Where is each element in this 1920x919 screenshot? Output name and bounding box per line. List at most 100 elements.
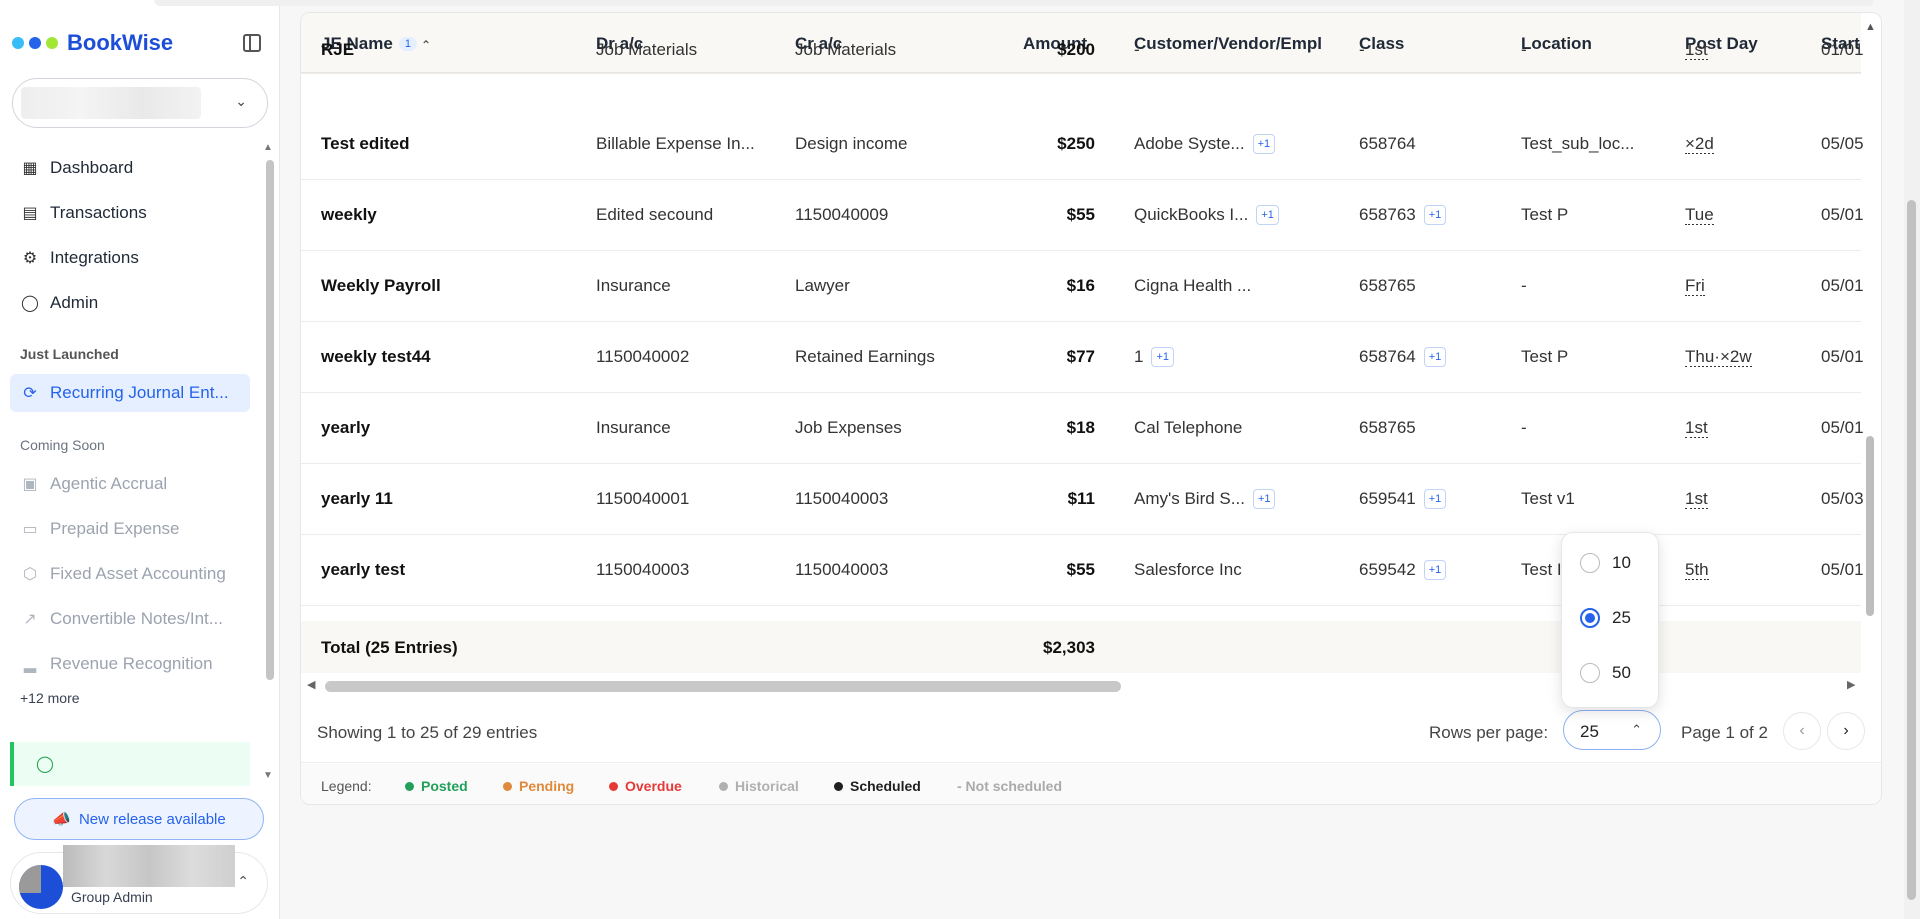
more-items-badge[interactable]: +1 (1423, 347, 1447, 367)
sidebar-item-admin[interactable]: ◯ Admin (10, 284, 250, 322)
chevron-right-icon: › (1843, 722, 1849, 739)
cell-customer: QuickBooks I... +1 (1134, 205, 1349, 225)
app-logo[interactable]: BookWise (12, 30, 173, 56)
cell-text: 05/01 (1821, 418, 1864, 437)
app-name: BookWise (67, 30, 174, 55)
cell-text: - (1359, 40, 1365, 59)
security-status-box[interactable]: ◯ (10, 742, 250, 786)
cell-dr-account: Billable Expense In... (596, 134, 776, 154)
sidebar-item-transactions[interactable]: ▤ Transactions (10, 194, 250, 232)
table-row[interactable]: weekly Edited secound 1150040009 $55 QuickBo… (301, 180, 1864, 251)
option-label: 25 (1612, 608, 1631, 627)
cell-text[interactable]: 5th (1685, 560, 1709, 580)
cell-start-date: 05/05 (1821, 134, 1881, 154)
cell-post-day: Tue (1685, 205, 1805, 225)
more-items-badge[interactable]: +1 (1252, 489, 1276, 509)
scroll-up-arrow-icon[interactable]: ▲ (263, 142, 273, 153)
sidebar-collapse-icon[interactable] (243, 34, 261, 52)
table-row[interactable]: yearly Insurance Job Expenses $18 Cal Teleph… (301, 393, 1864, 464)
sidebar-item-integrations[interactable]: ⚙ Integrations (10, 239, 250, 277)
table-vertical-scrollbar[interactable] (1866, 436, 1874, 616)
more-items-badge[interactable]: +1 (1423, 489, 1447, 509)
cell-text: Job Materials (795, 40, 897, 59)
legend-dot-icon (834, 782, 843, 791)
scroll-down-arrow-icon[interactable]: ▼ (263, 770, 273, 781)
cell-text[interactable]: Fri (1685, 276, 1705, 296)
cell-amount: $250 (995, 134, 1095, 154)
cell-dr-account: Job Materials (596, 40, 776, 60)
top-search-bar-edge (154, 0, 1874, 6)
more-items-badge[interactable]: +1 (1423, 205, 1447, 225)
cell-text: 659541 (1359, 489, 1416, 508)
more-features-link[interactable]: +12 more (20, 690, 80, 706)
sidebar-item-agentic-accrual[interactable]: ▣ Agentic Accrual (10, 465, 250, 503)
organization-select[interactable]: ⌄ (12, 78, 268, 128)
chevron-left-icon: ‹ (1799, 722, 1805, 739)
sidebar-item-revenue-recognition[interactable]: ▂ Revenue Recognition (10, 645, 250, 683)
cell-text: yearly (321, 418, 371, 437)
cell-text: Test edited (321, 134, 410, 153)
cell-text[interactable]: 1st (1685, 489, 1708, 509)
sidebar-item-fixed-asset-accounting[interactable]: ⬡ Fixed Asset Accounting (10, 555, 250, 593)
sidebar-item-convertible-notes[interactable]: ↗ Convertible Notes/Int... (10, 600, 250, 638)
table-scroll-up-arrow-icon[interactable]: ▲ (1865, 21, 1876, 33)
scroll-right-arrow-icon[interactable]: ▶ (1847, 678, 1855, 691)
cell-location: - (1521, 418, 1671, 438)
window-scrollbar-thumb[interactable] (1907, 200, 1916, 900)
cell-text: 1150040003 (795, 560, 889, 579)
just-launched-label: Just Launched (20, 346, 119, 362)
more-items-badge[interactable]: +1 (1423, 560, 1447, 580)
shield-icon: ◯ (21, 295, 39, 312)
cell-dr-account: Insurance (596, 276, 776, 296)
rows-option-25[interactable]: 25 (1580, 608, 1631, 628)
more-items-badge[interactable]: +1 (1151, 347, 1175, 367)
cell-text[interactable]: Thu·×2w (1685, 347, 1752, 367)
table-row[interactable]: Weekly Payroll Insurance Lawyer $16 Cigna He… (301, 251, 1864, 322)
rows-per-page-select[interactable]: 25 ⌃ (1563, 710, 1661, 750)
cell-text: 658764 (1359, 134, 1416, 153)
rows-option-10[interactable]: 10 (1580, 553, 1631, 573)
cell-text: Design income (795, 134, 908, 153)
cell-post-day: ×2d (1685, 134, 1805, 154)
cell-text[interactable]: ×2d (1685, 134, 1714, 154)
rows-option-50[interactable]: 50 (1580, 663, 1631, 683)
cell-text: Salesforce Inc (1134, 560, 1242, 579)
legend-overdue: Overdue (609, 778, 682, 794)
cell-text: Edited secound (596, 205, 714, 224)
more-items-badge[interactable]: +1 (1256, 205, 1279, 225)
scroll-left-arrow-icon[interactable]: ◀ (307, 678, 315, 691)
cell-location: Test P (1521, 205, 1671, 225)
previous-page-button[interactable]: ‹ (1783, 712, 1821, 750)
sidebar-item-recurring-journal-entries[interactable]: ⟳ Recurring Journal Ent... (10, 374, 250, 412)
horizontal-scrollbar[interactable] (325, 681, 1121, 692)
sidebar-item-label: Transactions (50, 203, 147, 222)
user-profile-menu[interactable]: Group Admin ⌃ (10, 845, 268, 914)
cell-text[interactable]: 1st (1685, 418, 1708, 438)
legend-dot-icon (719, 782, 728, 791)
cell-start-date: 05/01 (1821, 276, 1881, 296)
cell-text: 1150040001 (596, 489, 690, 508)
cell-text: 658763 (1359, 205, 1416, 224)
sidebar-item-dashboard[interactable]: ▦ Dashboard (10, 149, 250, 187)
cell-text: Billable Expense In... (596, 134, 755, 153)
next-page-button[interactable]: › (1827, 712, 1865, 750)
user-role: Group Admin (71, 889, 153, 905)
table-row[interactable]: Test edited Billable Expense In... Design … (301, 109, 1864, 180)
cell-text[interactable]: 1st (1685, 40, 1708, 60)
cell-cr-account: Retained Earnings (795, 347, 995, 367)
table-row[interactable]: RJE Job Materials Job Materials $200 - - - 1st 0… (301, 38, 1864, 74)
cell-customer: Adobe Syste... +1 (1134, 134, 1349, 154)
cell-text: Test P (1521, 205, 1569, 224)
table-row[interactable]: weekly test44 1150040002 Retained Earnings… (301, 322, 1864, 393)
new-release-button[interactable]: 📣 New release available (14, 798, 264, 840)
cell-text[interactable]: Tue (1685, 205, 1714, 225)
table-row[interactable]: yearly 11 1150040001 1150040003 $11 Amy's Bi… (301, 464, 1864, 535)
cell-text: Lawyer (795, 276, 850, 295)
cell-post-day: Thu·×2w (1685, 347, 1805, 367)
sidebar-scrollbar[interactable] (266, 160, 274, 680)
legend-historical: Historical (719, 778, 799, 794)
cell-text: 05/01 (1821, 560, 1864, 579)
cell-text: yearly test (321, 560, 406, 579)
more-items-badge[interactable]: +1 (1252, 134, 1276, 154)
sidebar-item-prepaid-expense[interactable]: ▭ Prepaid Expense (10, 510, 250, 548)
